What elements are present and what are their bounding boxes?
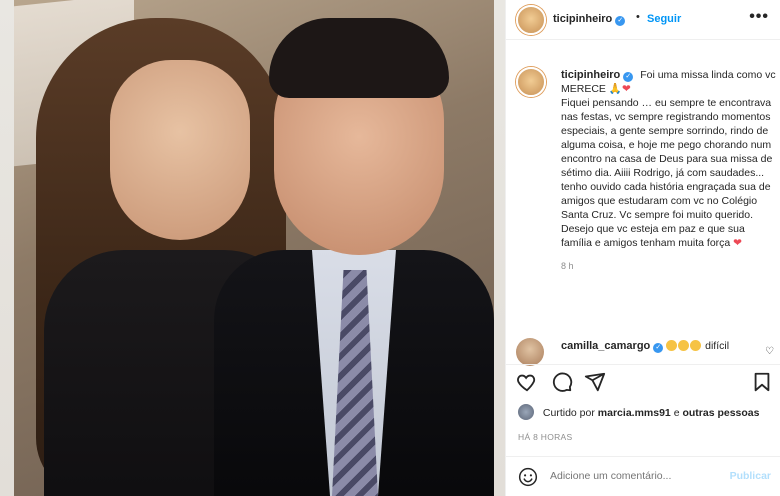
sad-face-icon [678, 340, 690, 351]
comment-body: difícil [705, 340, 730, 352]
more-options-icon[interactable]: ••• [749, 8, 769, 26]
caption-body: Fiquei pensando … eu sempre te encontrav… [561, 97, 773, 249]
commenter-avatar[interactable] [516, 338, 544, 366]
add-comment-bar: Publicar [506, 456, 780, 496]
sad-face-icon [690, 340, 702, 351]
smile-icon[interactable] [518, 467, 538, 487]
red-heart-icon: ❤ [621, 83, 631, 95]
likes-summary[interactable]: Curtido por marcia.mms91 e outras pessoa… [518, 404, 778, 422]
share-icon[interactable] [584, 371, 606, 393]
verified-badge-icon: ✓ [623, 72, 634, 82]
sad-face-icon [666, 340, 678, 351]
heart-icon[interactable] [516, 371, 538, 393]
red-heart-icon: ❤ [733, 237, 742, 249]
commenter-username[interactable]: camilla_camargo ✓ [561, 340, 664, 353]
caption-text: ticipinheiro ✓ Foi uma missa linda como v… [561, 68, 776, 273]
post-photo[interactable] [0, 0, 505, 496]
post-header: ticipinheiro ✓ • Seguir ••• [506, 0, 780, 40]
comment-like-icon[interactable]: ♡ [765, 346, 774, 357]
liker-username[interactable]: marcia.mms91 [598, 407, 671, 419]
author-username[interactable]: ticipinheiro ✓ [553, 13, 626, 26]
comment-icon[interactable] [551, 371, 573, 393]
man-hair [269, 18, 449, 98]
separator-dot: • [636, 11, 640, 23]
photo-print [14, 0, 494, 496]
action-bar [506, 364, 780, 396]
caption-time: 8 h [561, 261, 574, 271]
caption-avatar[interactable] [516, 67, 546, 97]
woman-face [110, 60, 250, 240]
other-likers[interactable]: outras pessoas [682, 407, 759, 419]
caption-username[interactable]: ticipinheiro ✓ [561, 69, 634, 82]
author-avatar[interactable] [516, 5, 546, 35]
comment-text: camilla_camargo ✓ difícil [561, 340, 729, 353]
publish-button[interactable]: Publicar [730, 470, 771, 482]
verified-badge-icon: ✓ [653, 343, 664, 353]
verified-badge-icon: ✓ [615, 16, 626, 26]
bookmark-icon[interactable] [751, 371, 773, 393]
post-timestamp[interactable]: HÁ 8 HORAS [518, 432, 573, 442]
follow-button[interactable]: Seguir [647, 13, 681, 25]
caption-section: ticipinheiro ✓ Foi uma missa linda como v… [506, 40, 780, 365]
comment-row: camilla_camargo ✓ difícil ♡ [516, 338, 776, 366]
liker-avatar [518, 404, 534, 420]
post-side-panel: ticipinheiro ✓ • Seguir ••• ticipinheiro ✓… [505, 0, 780, 496]
comment-input[interactable] [550, 470, 720, 482]
praying-hands-icon: 🙏 [608, 83, 622, 95]
